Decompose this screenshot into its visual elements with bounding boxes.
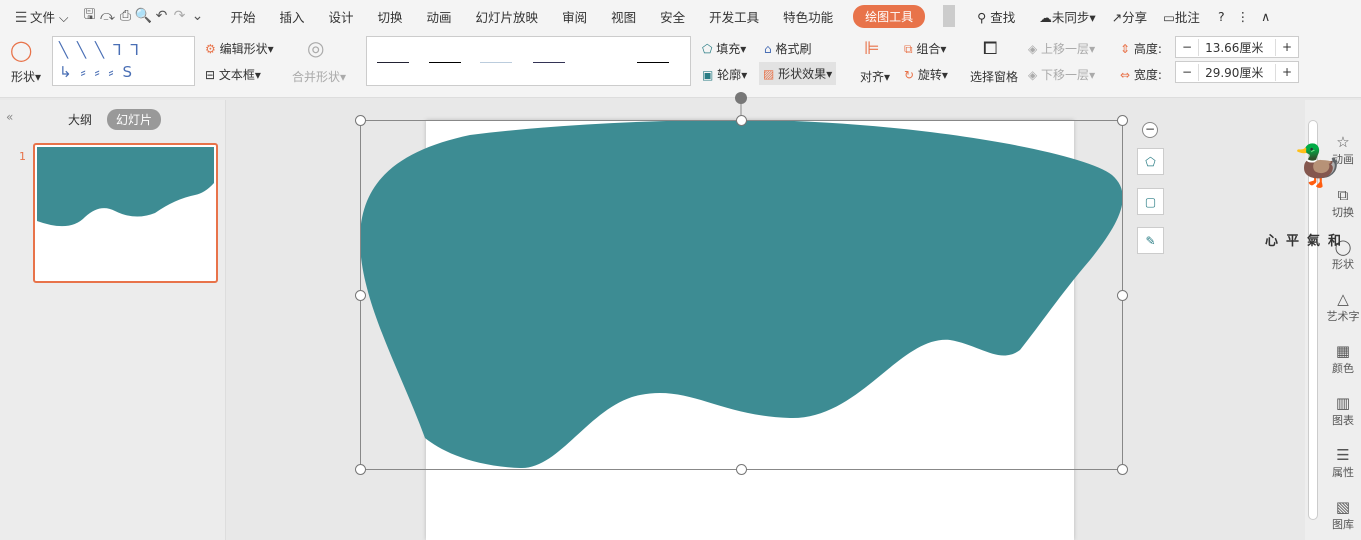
panel-chart[interactable]: ▥ 图表 bbox=[1320, 394, 1361, 428]
resize-handle-ne[interactable] bbox=[1117, 115, 1128, 126]
rotate-handle bbox=[735, 92, 747, 104]
panel-wordart[interactable]: △ 艺术字 bbox=[1320, 290, 1361, 324]
resize-handle-w[interactable] bbox=[355, 290, 366, 301]
duck-sticker-icon: 🦆 bbox=[1293, 143, 1343, 189]
resize-handle-nw[interactable] bbox=[355, 115, 366, 126]
wordart-icon: △ bbox=[1337, 290, 1349, 308]
sticker-text: 心平氣和 bbox=[1265, 234, 1350, 249]
panel-gallery[interactable]: ▧ 图库 bbox=[1320, 498, 1361, 532]
resize-handle-n[interactable] bbox=[736, 115, 747, 126]
zoom-out-button[interactable]: − bbox=[1142, 122, 1158, 138]
resize-handle-sw[interactable] bbox=[355, 464, 366, 475]
panel-properties[interactable]: ☰ 属性 bbox=[1320, 446, 1361, 480]
grid-icon: ▦ bbox=[1335, 342, 1351, 360]
style-quick-button[interactable]: ✎ bbox=[1137, 227, 1164, 254]
fill-quick-button[interactable]: ⬠ bbox=[1137, 148, 1164, 175]
resize-handle-se[interactable] bbox=[1117, 464, 1128, 475]
wave-shape[interactable] bbox=[0, 0, 1361, 540]
resize-handle-e[interactable] bbox=[1117, 290, 1128, 301]
resize-handle-s[interactable] bbox=[736, 464, 747, 475]
panel-color[interactable]: ▦ 颜色 bbox=[1320, 342, 1361, 376]
sliders-icon: ☰ bbox=[1336, 446, 1350, 464]
image-icon: ▧ bbox=[1335, 498, 1351, 516]
chart-icon: ▥ bbox=[1335, 394, 1351, 412]
outline-quick-button[interactable]: ▢ bbox=[1137, 188, 1164, 215]
